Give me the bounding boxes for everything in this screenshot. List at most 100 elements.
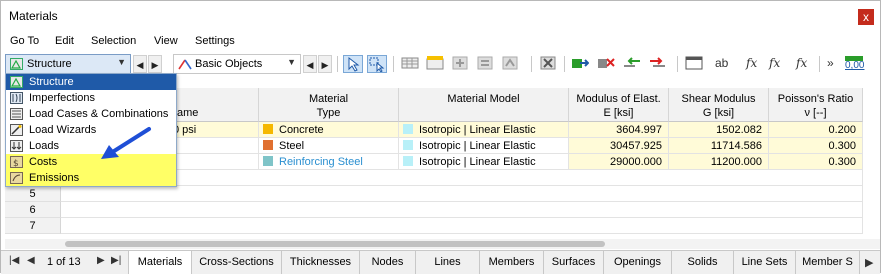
tabs-scroll-right-icon[interactable]: ▶ [865,256,873,269]
row-number: 7 [5,218,61,234]
import-green-icon[interactable] [623,55,643,73]
material-model-text: Isotropic | Linear Elastic [419,124,536,136]
material-model-cell[interactable]: Isotropic | Linear Elastic [399,154,569,170]
navigator-combo[interactable]: Structure ▼ [5,54,131,74]
add-icon[interactable] [451,55,471,73]
spellcheck-icon[interactable]: ab [715,56,728,70]
tab-lines[interactable]: Lines [416,251,480,274]
tab-cross-sections[interactable]: Cross-Sections [192,251,282,274]
dropdown-item-load-cases[interactable]: Load Cases & Combinations [6,106,176,122]
select-pointer-icon[interactable] [343,55,363,73]
tab-materials[interactable]: Materials [128,251,192,274]
tab-member-sets[interactable]: Member S [796,251,860,274]
empty-row-cells[interactable] [61,202,863,218]
table-row[interactable]: 7 [5,218,880,234]
sort-icon[interactable] [501,55,521,73]
decimal-places-icon[interactable]: 0,00 [843,55,865,73]
decimal-places-label: 0,00 [845,60,865,71]
tab-surfaces[interactable]: Surfaces [544,251,604,274]
dropdown-item-structure[interactable]: Structure [6,74,176,90]
material-model-header-line2: Material Model [447,93,520,105]
material-type-header-line2: Type [316,107,341,119]
material-type-cell[interactable]: Reinforcing Steel [259,154,399,170]
tab-members[interactable]: Members [480,251,544,274]
menu-selection[interactable]: Selection [91,35,136,47]
formula-edit-icon[interactable]: fx [796,56,807,70]
shear-g-cell[interactable]: 11714.586 [669,138,769,154]
table-icon[interactable] [401,55,421,73]
dropdown-item-label: Loads [29,140,59,152]
empty-row-cells[interactable] [61,170,863,186]
dropdown-item-label: Load Wizards [29,124,97,136]
separator [677,56,678,72]
view-panel-icon[interactable] [685,55,705,73]
modulus-e-cell[interactable]: 29000.000 [569,154,669,170]
separator [564,56,565,72]
select-window-icon[interactable] [367,55,387,73]
material-type-cell[interactable]: Concrete [259,122,399,138]
object-filter-combo[interactable]: Basic Objects ▼ [173,54,301,74]
insert-row-icon[interactable] [426,55,446,73]
formula-icon[interactable]: fx [746,56,757,70]
remove-red-icon[interactable] [597,55,617,73]
object-filter-value: Basic Objects [195,58,263,70]
navigator-combo-value: Structure [27,58,72,70]
dropdown-item-imperfections[interactable]: Imperfections [6,90,176,106]
horizontal-scrollbar[interactable] [5,239,880,249]
chevron-down-icon: ▼ [117,57,126,67]
next-filter-button[interactable]: ▶ [318,55,332,73]
next-page-icon[interactable]: ▶ [97,255,105,266]
next-button[interactable]: ▶ [148,55,162,73]
separator [531,56,532,72]
menu-go-to[interactable]: Go To [10,35,39,47]
tab-thicknesses[interactable]: Thicknesses [282,251,360,274]
scrollbar-thumb[interactable] [65,241,605,247]
chevron-down-icon: ▼ [287,57,296,67]
formula-off-icon[interactable]: fx [769,56,780,70]
table-row[interactable]: 6 [5,202,880,218]
color-swatch [263,140,273,150]
previous-filter-button[interactable]: ◀ [303,55,317,73]
tab-openings[interactable]: Openings [604,251,672,274]
export-green-icon[interactable] [571,55,591,73]
structure-icon [10,76,23,88]
poisson-cell[interactable]: 0.200 [769,122,863,138]
color-swatch [263,124,273,134]
material-model-cell[interactable]: Isotropic | Linear Elastic [399,138,569,154]
tab-line-sets[interactable]: Line Sets [734,251,796,274]
more-tools-icon[interactable]: » [827,56,834,70]
material-type-cell[interactable]: Steel [259,138,399,154]
modulus-e-cell[interactable]: 3604.997 [569,122,669,138]
previous-button[interactable]: ◀ [133,55,147,73]
prev-page-icon[interactable]: ◀ [27,255,35,266]
poisson-cell[interactable]: 0.300 [769,154,863,170]
separator [393,56,394,72]
shear-g-cell[interactable]: 1502.082 [669,122,769,138]
dropdown-item-emissions[interactable]: Emissions [6,170,176,186]
empty-row-cells[interactable] [61,218,863,234]
copy-row-icon[interactable] [476,55,496,73]
poisson-header-line1: Poisson's Ratio [777,93,854,105]
empty-row-cells[interactable] [61,186,863,202]
export-red-icon[interactable] [649,55,669,73]
material-type-text: Steel [279,140,305,152]
table-row[interactable]: 5 [5,186,880,202]
first-page-icon[interactable]: |◀ [9,255,19,266]
menu-edit[interactable]: Edit [55,35,74,47]
menu-view[interactable]: View [154,35,178,47]
close-button[interactable]: x [858,9,874,25]
tab-nodes[interactable]: Nodes [360,251,416,274]
material-type-header: Material Type [259,88,399,122]
emissions-icon [10,172,23,184]
modulus-e-cell[interactable]: 30457.925 [569,138,669,154]
last-page-icon[interactable]: ▶| [111,255,121,266]
poisson-cell[interactable]: 0.300 [769,138,863,154]
shear-g-header-line2: G [ksi] [702,107,735,119]
shear-g-cell[interactable]: 11200.000 [669,154,769,170]
tab-solids[interactable]: Solids [672,251,734,274]
delete-icon[interactable] [539,55,559,73]
material-type-link[interactable]: Reinforcing Steel [279,156,363,168]
page-indicator: 1 of 13 [47,256,81,268]
menu-settings[interactable]: Settings [195,35,235,47]
material-model-cell[interactable]: Isotropic | Linear Elastic [399,122,569,138]
